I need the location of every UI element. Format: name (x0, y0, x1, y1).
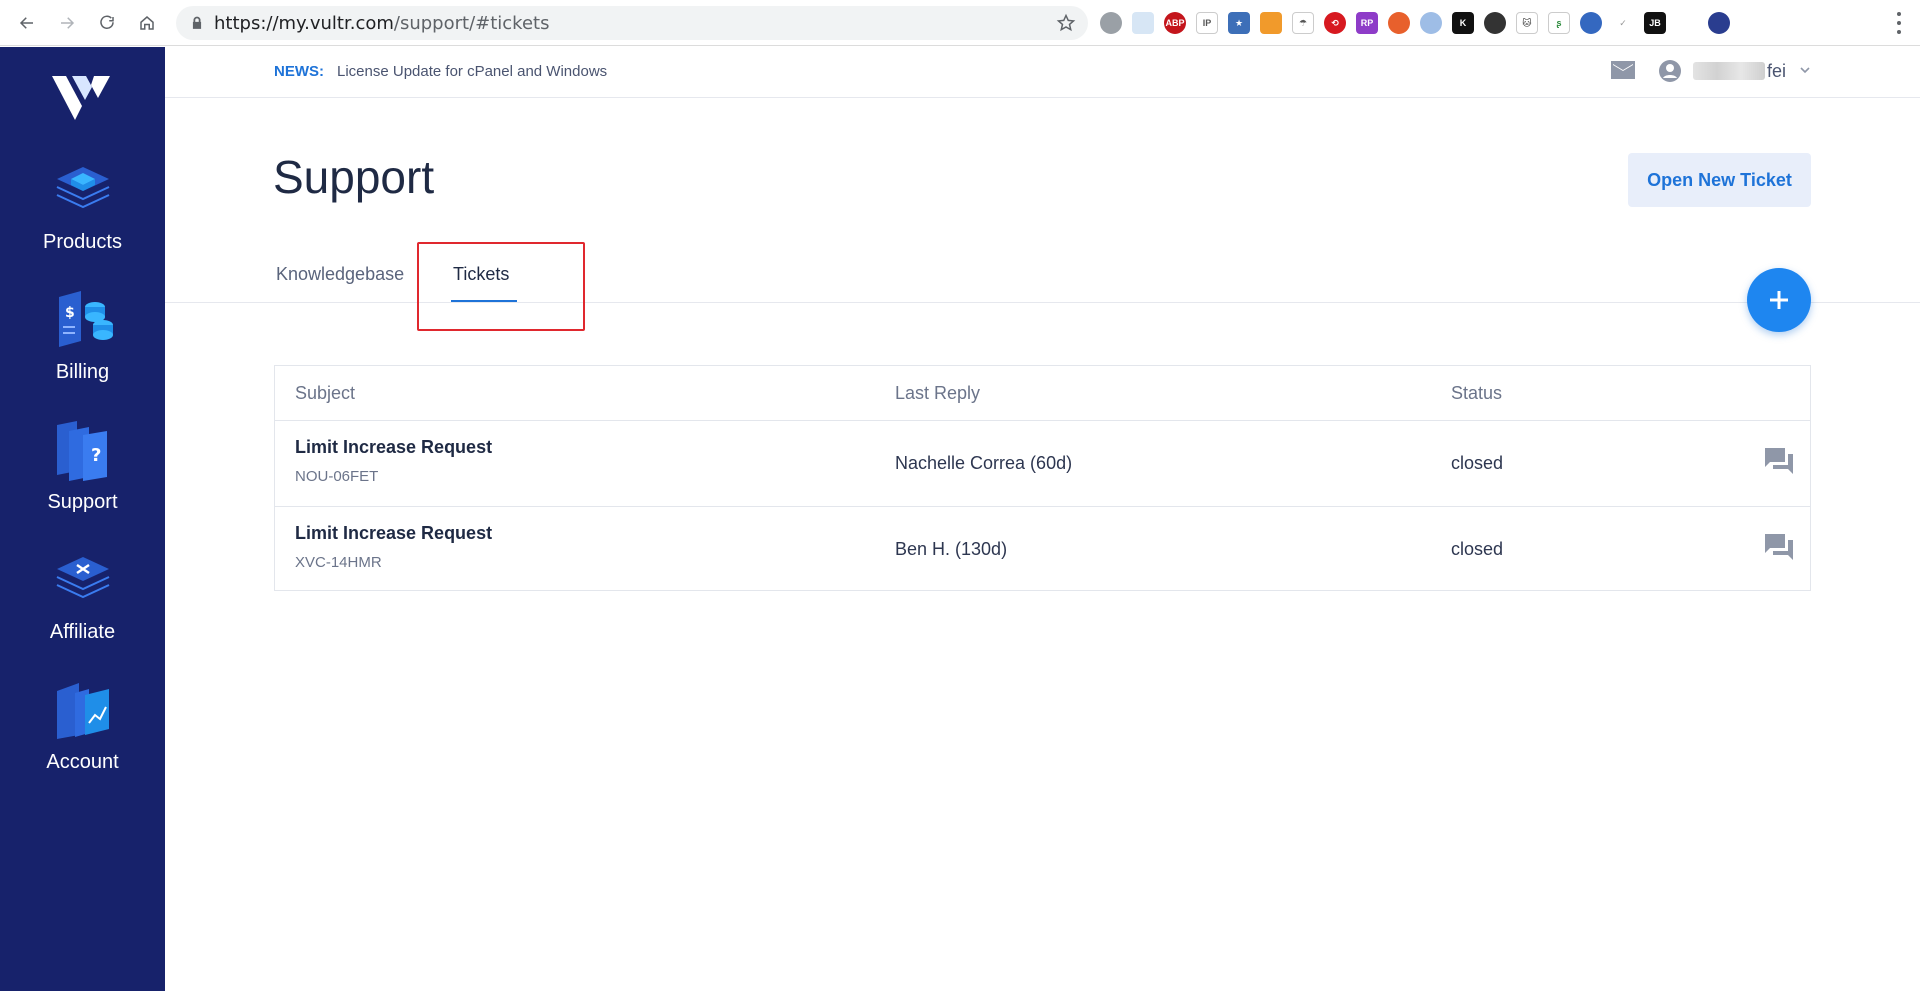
column-header-status: Status (1451, 383, 1503, 403)
sidebar-item-support[interactable]: ? Support (0, 417, 165, 537)
extensions-bar: ABP IP ★ ☂ ⟲ RP K 🐱 ʂ ✓ JB (1100, 10, 1730, 36)
sidebar: Products $ Billing ? Support Affiliate A… (0, 47, 165, 991)
tickets-table: Subject Last Reply Status Limit Increase… (274, 365, 1811, 591)
affiliate-icon (56, 557, 109, 599)
sidebar-item-products[interactable]: Products (0, 157, 165, 277)
table-row[interactable]: Limit Increase Request XVC-14HMR Ben H. … (275, 506, 1810, 591)
profile-avatar-icon[interactable] (1708, 12, 1730, 34)
extension-red-icon[interactable]: ⟲ (1324, 12, 1346, 34)
tab-knowledgebase[interactable]: Knowledgebase (276, 264, 404, 285)
extension-cloud-icon[interactable] (1132, 12, 1154, 34)
extension-k-icon[interactable]: K (1452, 12, 1474, 34)
url-host: https://my.vultr.com (214, 12, 394, 34)
extension-green-icon[interactable]: ʂ (1548, 12, 1570, 34)
news-bar: NEWS: License Update for cPanel and Wind… (165, 47, 1920, 98)
extension-check-icon[interactable]: ✓ (1612, 12, 1634, 34)
weibo-icon[interactable] (1388, 12, 1410, 34)
chevron-down-icon[interactable] (1799, 64, 1811, 76)
ticket-id: NOU-06FET (295, 468, 379, 485)
ip-extension-icon[interactable]: IP (1196, 12, 1218, 34)
url-text: https://my.vultr.com/support/#tickets (214, 13, 549, 34)
user-avatar-icon[interactable] (1658, 59, 1682, 83)
ticket-subject[interactable]: Limit Increase Request (295, 437, 492, 458)
adblock-icon[interactable]: ABP (1164, 12, 1186, 34)
chat-icon[interactable] (1764, 533, 1794, 561)
bookmark-star-icon[interactable] (1056, 13, 1076, 33)
news-link[interactable]: License Update for cPanel and Windows (337, 63, 607, 80)
extension-aperture-icon[interactable] (1484, 12, 1506, 34)
column-header-last-reply: Last Reply (895, 383, 981, 403)
products-icon (56, 167, 109, 209)
extension-circle-icon[interactable] (1100, 12, 1122, 34)
sidebar-item-label: Support (47, 491, 118, 513)
extension-globe-icon[interactable] (1580, 12, 1602, 34)
user-name[interactable]: fei (1767, 61, 1786, 82)
svg-text:?: ? (91, 445, 101, 466)
tickets-highlight-annotation (417, 242, 585, 331)
browser-menu-icon[interactable] (1896, 12, 1902, 34)
reload-icon[interactable] (94, 10, 120, 36)
mail-icon[interactable] (1610, 59, 1636, 81)
jetbrains-icon[interactable]: JB (1644, 12, 1666, 34)
sidebar-item-affiliate[interactable]: Affiliate (0, 547, 165, 667)
sidebar-item-billing[interactable]: $ Billing (0, 287, 165, 407)
sidebar-item-label: Affiliate (49, 621, 116, 643)
address-bar[interactable]: https://my.vultr.com/support/#tickets (176, 6, 1088, 40)
column-header-subject: Subject (295, 383, 356, 403)
sidebar-item-account[interactable]: Account (0, 677, 165, 797)
extension-rp-icon[interactable]: RP (1356, 12, 1378, 34)
add-ticket-button[interactable] (1747, 268, 1811, 332)
ticket-status: closed (1451, 539, 1504, 559)
chat-icon[interactable] (1764, 447, 1794, 475)
open-new-ticket-button[interactable]: Open New Ticket (1628, 153, 1811, 207)
browser-toolbar: https://my.vultr.com/support/#tickets AB… (0, 0, 1920, 46)
account-icon (56, 683, 109, 739)
billing-icon: $ (58, 291, 113, 347)
vultr-logo-icon[interactable] (50, 72, 112, 124)
extension-blue-circle-icon[interactable] (1420, 12, 1442, 34)
extension-spacer (1676, 12, 1698, 34)
table-header: Subject Last Reply Status (275, 366, 1810, 421)
table-row[interactable]: Limit Increase Request NOU-06FET Nachell… (275, 421, 1810, 506)
extension-parachute-icon[interactable]: ☂ (1292, 12, 1314, 34)
sidebar-item-label: Billing (55, 361, 110, 383)
news-tag: NEWS: (274, 63, 324, 80)
url-path: /support/#tickets (393, 12, 550, 34)
ticket-last-reply: Nachelle Correa (60d) (895, 453, 1073, 473)
forward-icon[interactable] (54, 10, 80, 36)
support-icon: ? (56, 421, 107, 481)
ticket-subject[interactable]: Limit Increase Request (295, 523, 492, 544)
svg-text:$: $ (65, 305, 75, 321)
sidebar-item-label: Products (43, 231, 122, 253)
lock-icon (192, 16, 202, 29)
back-icon[interactable] (14, 10, 40, 36)
ticket-last-reply: Ben H. (130d) (895, 539, 1008, 559)
plus-icon (1770, 291, 1788, 309)
extension-cat-icon[interactable]: 🐱 (1516, 12, 1538, 34)
metamask-icon[interactable] (1260, 12, 1282, 34)
ticket-status: closed (1451, 453, 1504, 473)
home-icon[interactable] (134, 10, 160, 36)
user-name-redacted (1693, 62, 1765, 80)
ticket-id: XVC-14HMR (295, 554, 382, 571)
sidebar-item-label: Account (46, 751, 119, 773)
page-title: Support (273, 151, 435, 203)
extension-star-icon[interactable]: ★ (1228, 12, 1250, 34)
